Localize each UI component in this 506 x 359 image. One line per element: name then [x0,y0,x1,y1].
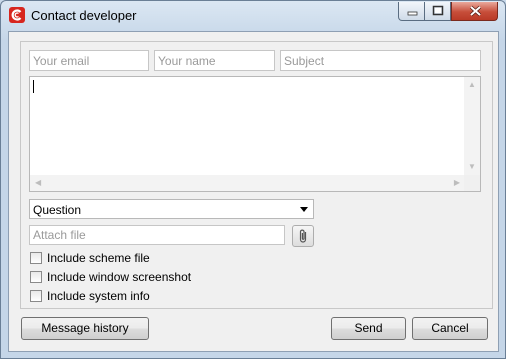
message-history-button[interactable]: Message history [21,317,149,340]
minimize-button[interactable] [398,2,425,21]
attach-file-button[interactable] [292,225,314,247]
send-button[interactable]: Send [331,317,406,340]
include-sysinfo-checkbox[interactable] [30,290,42,302]
close-icon [469,5,482,17]
contact-developer-window: Contact developer ▲ ▼ ◀ ▶ [0,0,506,359]
dialog-body: ▲ ▼ ◀ ▶ Question In [8,31,499,352]
close-button[interactable] [451,2,498,21]
include-screenshot-label: Include window screenshot [47,270,192,284]
scroll-up-icon[interactable]: ▲ [468,81,476,89]
include-scheme-label: Include scheme file [47,251,150,265]
chevron-down-icon [300,207,308,212]
maximize-button[interactable] [425,2,451,21]
horizontal-scrollbar[interactable]: ◀ ▶ [30,175,464,191]
category-dropdown[interactable]: Question [29,199,314,219]
include-scheme-checkbox[interactable] [30,252,42,264]
vertical-scrollbar[interactable]: ▲ ▼ [464,77,480,175]
name-field[interactable] [154,50,275,71]
maximize-icon [432,5,444,16]
message-textarea[interactable]: ▲ ▼ ◀ ▶ [29,76,481,192]
paperclip-icon [299,229,307,243]
title-bar[interactable]: Contact developer [1,1,505,29]
category-selected: Question [33,203,82,217]
scroll-down-icon[interactable]: ▼ [468,163,476,171]
scroll-right-icon[interactable]: ▶ [454,179,460,187]
form-panel: ▲ ▼ ◀ ▶ Question In [20,41,493,309]
scrollbar-corner [464,175,480,191]
include-screenshot-checkbox[interactable] [30,271,42,283]
subject-field[interactable] [280,50,481,71]
window-title: Contact developer [31,8,137,23]
scroll-left-icon[interactable]: ◀ [35,179,41,187]
cancel-button[interactable]: Cancel [412,317,488,340]
app-logo-icon [9,7,25,23]
email-field[interactable] [29,50,149,71]
attach-file-field[interactable] [29,225,285,245]
minimize-icon [407,11,418,16]
text-caret [33,80,34,93]
include-sysinfo-label: Include system info [47,289,150,303]
